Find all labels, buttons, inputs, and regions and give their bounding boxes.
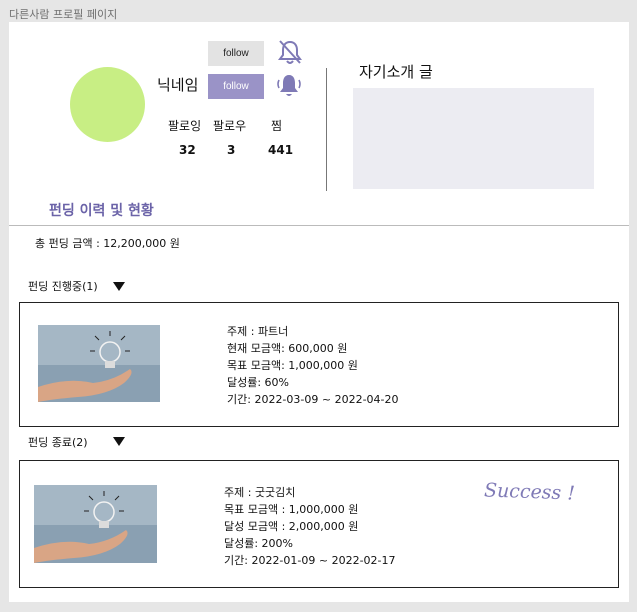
ended-achieved-amount: 달성 모금액 : 2,000,000 원 <box>224 520 359 533</box>
ended-info: 주제 : 굿굿김치 목표 모금액 : 1,000,000 원 달성 모금액 : … <box>224 484 396 569</box>
bell-on-icon[interactable] <box>275 71 303 99</box>
lightbulb-hand-image <box>34 485 157 563</box>
stat-label-wishlist: 찜 <box>271 119 283 133</box>
lightbulb-hand-image <box>38 325 160 402</box>
funding-section-title: 펀딩 이력 및 현황 <box>49 203 154 219</box>
ended-label: 펀딩 종료(2) <box>28 436 88 449</box>
page-label: 다른사람 프로필 페이지 <box>9 8 118 21</box>
ended-card[interactable]: 주제 : 굿굿김치 목표 모금액 : 1,000,000 원 달성 모금액 : … <box>19 460 619 588</box>
follow-button-outline[interactable]: follow <box>208 41 264 66</box>
profile-canvas: 닉네임 follow follow 팔로잉 팔로우 찜 32 3 441 자기소… <box>9 22 629 602</box>
stat-value-follower: 3 <box>227 143 236 157</box>
ended-achievement-rate: 달성률: 200% <box>224 537 294 550</box>
in-progress-topic: 주제 : 파트너 <box>227 325 289 338</box>
in-progress-label: 펀딩 진행중(1) <box>28 280 98 293</box>
stat-value-wishlist: 441 <box>268 143 294 157</box>
ended-goal-amount: 목표 모금액 : 1,000,000 원 <box>224 503 359 516</box>
in-progress-current-amount: 현재 모금액: 600,000 원 <box>227 342 348 355</box>
in-progress-card[interactable]: 주제 : 파트너 현재 모금액: 600,000 원 목표 모금액: 1,000… <box>19 302 619 427</box>
stat-label-follower: 팔로우 <box>213 119 247 133</box>
ended-toggle-icon[interactable] <box>113 437 125 446</box>
intro-box <box>353 88 594 189</box>
avatar <box>70 67 145 142</box>
bell-off-icon[interactable] <box>276 38 304 66</box>
intro-title: 자기소개 글 <box>359 63 433 81</box>
in-progress-period: 기간: 2022-03-09 ~ 2022-04-20 <box>227 393 399 406</box>
in-progress-info: 주제 : 파트너 현재 모금액: 600,000 원 목표 모금액: 1,000… <box>227 323 399 408</box>
stat-label-following: 팔로잉 <box>168 119 202 133</box>
total-funding-amount: 총 펀딩 금액 : 12,200,000 원 <box>35 237 180 250</box>
follow-button-filled[interactable]: follow <box>208 74 264 99</box>
horizontal-divider <box>9 225 629 226</box>
in-progress-achievement-rate: 달성률: 60% <box>227 376 290 389</box>
success-badge: Success ! <box>483 479 576 505</box>
vertical-divider <box>326 68 327 191</box>
ended-topic: 주제 : 굿굿김치 <box>224 486 296 499</box>
nickname: 닉네임 <box>157 76 199 94</box>
ended-period: 기간: 2022-01-09 ~ 2022-02-17 <box>224 554 396 567</box>
in-progress-goal-amount: 목표 모금액: 1,000,000 원 <box>227 359 358 372</box>
in-progress-toggle-icon[interactable] <box>113 282 125 291</box>
stat-value-following: 32 <box>179 143 196 157</box>
